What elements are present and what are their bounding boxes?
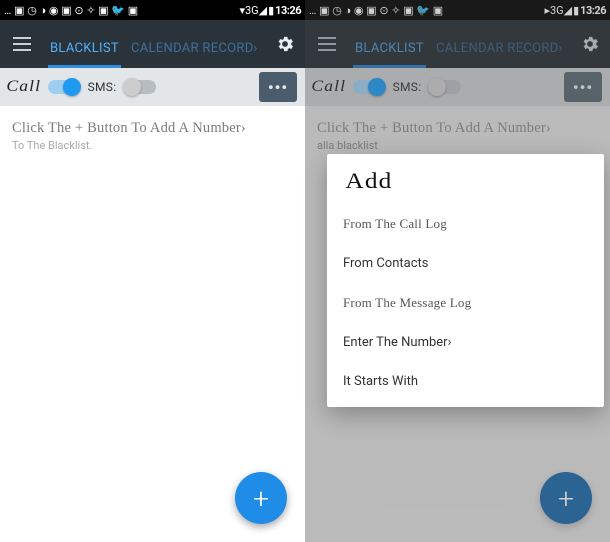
tabs: BLACKLIST CALENDAR RECORD›: [44, 20, 265, 68]
hint-title: Click The + Button To Add A Number›: [12, 120, 293, 137]
sheet-item-contacts[interactable]: From Contacts: [327, 244, 604, 283]
filter-bar: Call SMS: •••: [0, 68, 305, 106]
app-toolbar: BLACKLIST CALENDAR RECORD›: [0, 20, 305, 68]
status-bar: … ▣ ◷ ◑ ◉ ▣ ⊙ ✧ ▣ 🐦 ▣ ▾3G◢ ▮ 13:26: [0, 0, 305, 20]
call-label: Call: [6, 78, 41, 96]
sheet-item-starts-with[interactable]: It Starts With: [327, 362, 604, 401]
phone-right: … ▣ ◷ ◑ ◉ ▣ ⊙ ✧ ▣ 🐦 ▣ ▸3G◢ ▮ 13:26 BLACK…: [305, 0, 610, 542]
more-button[interactable]: •••: [259, 72, 297, 102]
tab-rest[interactable]: CALENDAR RECORD›: [125, 41, 264, 68]
sheet-item-call-log[interactable]: From The Call Log: [327, 204, 604, 244]
settings-icon[interactable]: [273, 32, 297, 56]
phone-left: … ▣ ◷ ◑ ◉ ▣ ⊙ ✧ ▣ 🐦 ▣ ▾3G◢ ▮ 13:26 BLACK…: [0, 0, 305, 542]
hint-sub: To The Blacklist.: [12, 139, 293, 152]
tab-blacklist[interactable]: BLACKLIST: [44, 41, 125, 68]
call-toggle[interactable]: [48, 80, 80, 94]
content-area: Click The + Button To Add A Number› To T…: [0, 106, 305, 542]
status-icons-right: ▾3G◢ ▮ 13:26: [239, 4, 301, 17]
add-sheet: Add From The Call Log From Contacts From…: [327, 154, 604, 407]
sms-toggle[interactable]: [124, 80, 156, 94]
sheet-title: Add: [327, 162, 610, 204]
fab-add[interactable]: +: [235, 472, 287, 524]
menu-icon[interactable]: [8, 30, 36, 58]
status-icons-left: … ▣ ◷ ◑ ◉ ▣ ⊙ ✧ ▣ 🐦 ▣: [4, 4, 138, 17]
sheet-item-enter-number[interactable]: Enter The Number›: [327, 323, 604, 362]
sheet-item-message-log[interactable]: From The Message Log: [327, 283, 604, 323]
sms-label: SMS:: [88, 80, 117, 94]
status-time: 13:26: [275, 4, 301, 17]
